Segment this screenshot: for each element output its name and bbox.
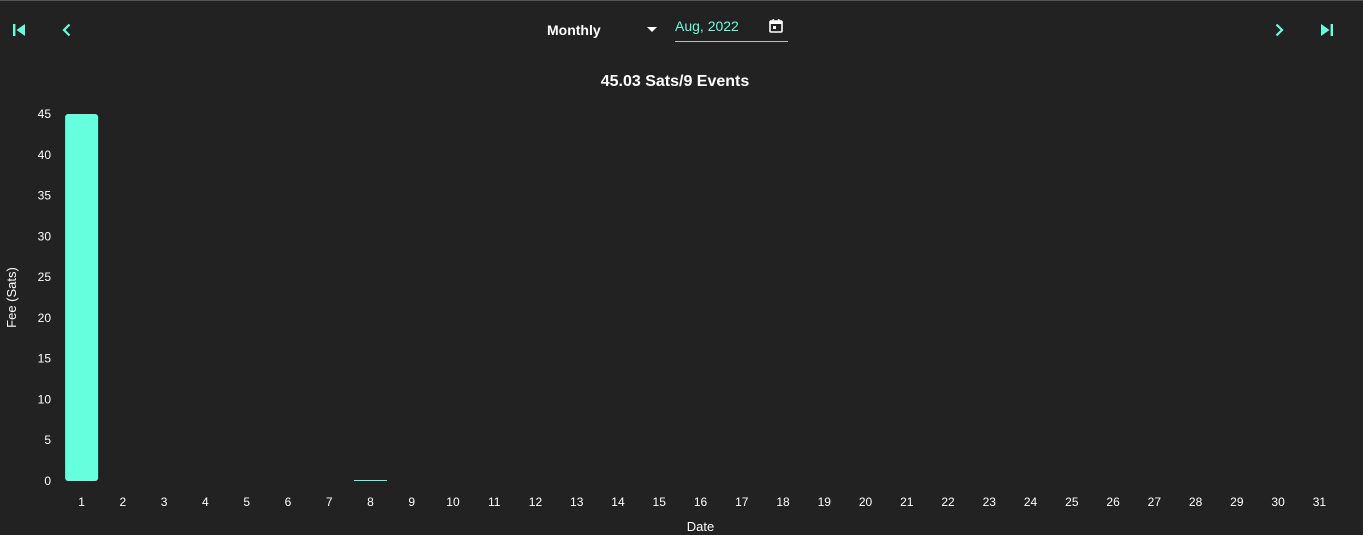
x-tick-label: 24	[1024, 495, 1038, 509]
bar-day-8	[353, 480, 387, 481]
x-tick-label: 19	[818, 495, 832, 509]
x-tick-label: 10	[446, 495, 460, 509]
y-tick-label: 25	[38, 270, 52, 284]
y-tick-label: 30	[38, 229, 52, 243]
fee-report-page: Monthly Aug, 2022 45.03 Sats/9 Events 05…	[0, 0, 1363, 535]
y-tick-label: 45	[38, 107, 52, 121]
y-tick-label: 10	[38, 392, 52, 406]
x-tick-label: 29	[1230, 495, 1244, 509]
x-tick-label: 25	[1065, 495, 1079, 509]
y-tick-label: 15	[38, 352, 52, 366]
x-tick-label: 14	[611, 495, 625, 509]
x-tick-label: 17	[735, 495, 749, 509]
x-tick-label: 1	[78, 495, 85, 509]
x-tick-label: 31	[1313, 495, 1327, 509]
x-tick-label: 26	[1106, 495, 1120, 509]
x-tick-label: 22	[941, 495, 955, 509]
x-tick-label: 15	[653, 495, 667, 509]
bar-day-1	[65, 114, 99, 481]
x-tick-label: 3	[161, 495, 168, 509]
x-tick-label: 28	[1189, 495, 1203, 509]
y-tick-label: 40	[38, 148, 52, 162]
x-tick-label: 7	[326, 495, 333, 509]
x-tick-label: 2	[120, 495, 127, 509]
x-tick-label: 12	[529, 495, 543, 509]
x-tick-label: 6	[285, 495, 292, 509]
x-tick-label: 30	[1271, 495, 1285, 509]
x-tick-label: 8	[367, 495, 374, 509]
x-tick-label: 9	[408, 495, 415, 509]
y-axis-label: Fee (Sats)	[4, 267, 19, 328]
x-tick-label: 21	[900, 495, 914, 509]
fee-bar-chart: 0510152025303540451 2 3 4 5 6 7 8 9 10 11 12 13 14 15 1…	[4, 107, 1327, 534]
x-tick-label: 20	[859, 495, 873, 509]
x-tick-label: 13	[570, 495, 584, 509]
y-tick-label: 5	[44, 433, 51, 447]
y-tick-label: 20	[38, 311, 52, 325]
x-tick-label: 23	[983, 495, 997, 509]
y-tick-label: 35	[38, 189, 52, 203]
x-tick-label: 4	[202, 495, 209, 509]
x-tick-label: 27	[1148, 495, 1162, 509]
x-tick-label: 16	[694, 495, 708, 509]
y-tick-label: 0	[44, 474, 51, 488]
x-tick-label: 18	[776, 495, 790, 509]
x-axis-label: Date	[687, 519, 714, 534]
x-tick-label: 11	[488, 495, 501, 509]
x-tick-label: 5	[243, 495, 250, 509]
